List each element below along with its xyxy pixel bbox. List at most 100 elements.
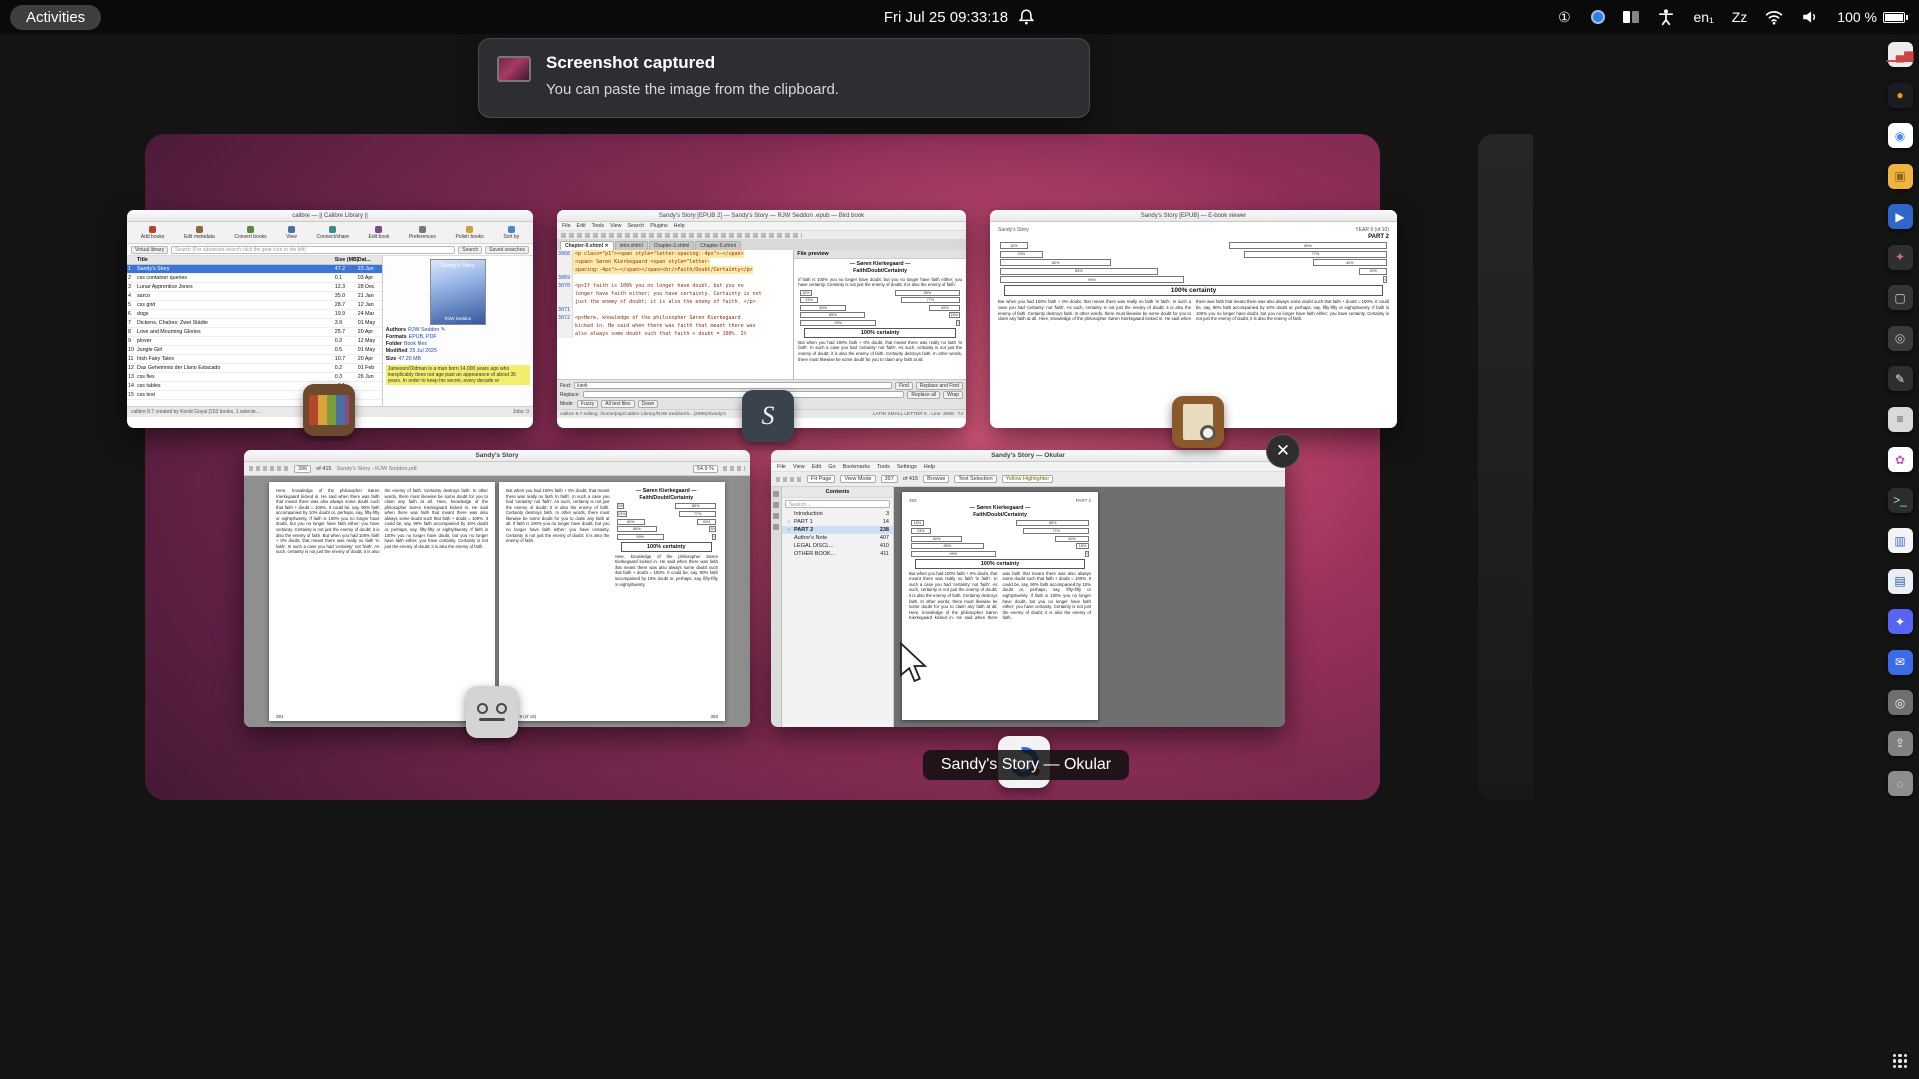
table-row[interactable]: 12 Das Geheimnis der Llano Estacado 0.2 … xyxy=(127,364,382,373)
sigil-toolbar-icons[interactable] xyxy=(557,231,966,240)
toc-item[interactable]: › PART 2 238 xyxy=(782,526,893,534)
clock[interactable]: Fri Jul 25 09:33:18 xyxy=(884,8,1035,26)
zoom-level[interactable]: 54.9 % xyxy=(692,464,718,473)
toc-item[interactable]: LEGAL DISCL... 410 xyxy=(782,542,893,550)
dock-chat[interactable]: ✉ xyxy=(1887,649,1913,675)
dock-text-editor[interactable]: ✎ xyxy=(1887,366,1913,391)
toc-item[interactable]: OTHER BOOK... 411 xyxy=(782,550,893,558)
browse-tool-button[interactable]: Browse xyxy=(923,475,950,483)
toc-item[interactable]: Introduction 3 xyxy=(782,510,893,518)
menu-item[interactable]: Plugins xyxy=(650,223,667,229)
next-workspace-thumbnail[interactable] xyxy=(1478,134,1533,800)
code-editor[interactable]: 3068 <p class="p1"><span style="letter-s… xyxy=(557,250,795,379)
window-okular-main[interactable]: Sandy's Story — Okular File View Edit Go Boo… xyxy=(771,450,1285,727)
editor-tab[interactable]: Chapter-5.xhtml xyxy=(695,241,741,250)
menu-item[interactable]: Bookmarks xyxy=(843,464,871,470)
replace-all-button[interactable]: Replace all xyxy=(907,390,941,399)
saved-searches-button[interactable]: Saved searches xyxy=(485,245,529,254)
table-row[interactable]: 7 Dickens, Chalres: Zwei Städte 3.9 01 M… xyxy=(127,319,382,328)
menu-item[interactable]: View xyxy=(793,464,805,470)
dock-files[interactable]: ▣ xyxy=(1887,163,1913,189)
system-status-area[interactable]: ① en₁ Zz 100 % xyxy=(1555,8,1908,26)
menu-item[interactable]: File xyxy=(777,464,786,470)
dock-usb-creator[interactable]: ⇪ xyxy=(1887,730,1913,756)
detail-value[interactable]: 47.20 MB xyxy=(398,356,421,363)
page-number-input[interactable]: 397 xyxy=(880,475,898,483)
dock-boxes[interactable]: ▢ xyxy=(1887,285,1913,310)
menu-item[interactable]: Tools xyxy=(877,464,890,470)
toolbar-icons[interactable] xyxy=(249,466,289,471)
dock-documents[interactable]: ≡ xyxy=(1887,406,1913,432)
dock-photos[interactable]: ✦ xyxy=(1887,244,1913,270)
calibre-search-button[interactable]: Search xyxy=(458,245,483,254)
calibre-toolbar-button[interactable]: Edit book xyxy=(369,225,389,240)
virtual-library-button[interactable]: Virtual library xyxy=(131,245,169,254)
calibre-search-input[interactable]: Search (For advanced search click the ge… xyxy=(171,245,456,254)
calibre-toolbar-button[interactable]: Convert books xyxy=(234,225,267,240)
find-input[interactable]: kierk xyxy=(574,382,893,389)
menu-item[interactable]: Go xyxy=(828,464,835,470)
editor-tab[interactable]: intro.xhtml xyxy=(614,241,648,250)
menu-item[interactable]: Help xyxy=(924,464,935,470)
editor-tab[interactable]: Chapter-9.xhtml ✕ xyxy=(560,241,614,250)
detail-value[interactable]: RJW Seddon ✎ xyxy=(408,327,445,334)
book-cover[interactable]: Sandy's Story RJW Seddon xyxy=(429,259,486,325)
calibre-toolbar-button[interactable]: Polish books xyxy=(455,225,484,240)
toc-caret[interactable] xyxy=(788,543,793,549)
dock-firefox[interactable]: ● xyxy=(1887,82,1913,108)
table-row[interactable]: 4 sarco 35.0 21 Jan xyxy=(127,292,382,301)
calibre-toolbar-button[interactable]: Preferences xyxy=(409,225,436,240)
calibre-toolbar-button[interactable]: View xyxy=(286,225,297,240)
fit-page-select[interactable]: Fit Page xyxy=(807,475,836,483)
contents-search-input[interactable]: Search... xyxy=(785,500,890,508)
dock-system-monitor[interactable]: ▁▄▆ xyxy=(1887,42,1913,67)
column-header[interactable]: Size (MB) xyxy=(335,257,358,263)
direction-select[interactable]: Down xyxy=(637,399,659,408)
editor-tab[interactable]: Chapter-3.xhtml xyxy=(648,241,695,250)
menu-item[interactable]: File xyxy=(562,223,571,229)
file-preview-pane[interactable]: File preview — Søren Kierkegaard — Faith… xyxy=(794,250,966,379)
dock-terminal[interactable]: >_ xyxy=(1887,487,1913,513)
jobs-indicator[interactable]: Jobs: 0 xyxy=(513,409,529,415)
calibre-toolbar-button[interactable]: Add books xyxy=(141,225,164,240)
calibre-toolbar-button[interactable]: Sort by xyxy=(503,225,519,240)
menu-item[interactable]: Help xyxy=(674,223,685,229)
table-row[interactable]: 1 Sandy's Story 47.2 23 Jun xyxy=(127,265,382,274)
table-row[interactable]: 5 css grid 28.7 12 Jan xyxy=(127,301,382,310)
toc-item[interactable]: Author's Note 407 xyxy=(782,534,893,542)
table-header-row[interactable]: Title Size (MB) Dat... xyxy=(127,256,382,265)
sidebar-tab-strip[interactable] xyxy=(771,487,782,727)
dock-camera[interactable]: ◎ xyxy=(1887,690,1913,715)
page-number-input[interactable]: 396 xyxy=(294,464,312,473)
toolbar-icons[interactable] xyxy=(776,476,802,482)
text-selection-tool-button[interactable]: Text Selection xyxy=(954,475,997,483)
table-row[interactable]: 10 Jungle Girl 0.5 01 May xyxy=(127,346,382,355)
find-button[interactable]: Find xyxy=(895,381,913,390)
replace-and-find-button[interactable]: Replace and Find xyxy=(915,381,963,390)
menu-item[interactable]: View xyxy=(610,223,621,229)
menu-item[interactable]: Settings xyxy=(897,464,917,470)
dock-extensions[interactable]: ✿ xyxy=(1887,447,1913,472)
dock-libreoffice[interactable]: ▤ xyxy=(1887,568,1913,594)
toc-caret[interactable] xyxy=(788,511,793,517)
toc-item[interactable]: › PART 1 14 xyxy=(782,518,893,526)
yellow-highlighter-button[interactable]: Yellow Highlighter xyxy=(1001,475,1054,483)
table-row[interactable]: 3 Lunar Apprentice Jones 12.3 28 Dec xyxy=(127,283,382,292)
dock-discord[interactable]: ✦ xyxy=(1887,609,1913,634)
detail-value[interactable]: 25 Jul 2025 xyxy=(410,348,437,355)
scope-select[interactable]: All text files xyxy=(601,399,635,408)
menu-item[interactable]: Edit xyxy=(577,223,586,229)
view-icons[interactable] xyxy=(723,466,745,471)
calibre-toolbar-button[interactable]: Connect/share xyxy=(316,225,349,240)
dock-chrome[interactable]: ◉ xyxy=(1887,123,1913,148)
column-header[interactable]: Dat... xyxy=(358,257,381,263)
toc-caret[interactable] xyxy=(788,535,793,541)
dock-videos[interactable]: ▶ xyxy=(1887,204,1913,229)
dock-charts[interactable]: ▥ xyxy=(1887,528,1913,553)
screenshot-notification[interactable]: Screenshot captured You can paste the im… xyxy=(478,38,1090,118)
table-row[interactable]: 9 plover 0.3 12 May xyxy=(127,337,382,346)
dock-games[interactable]: ◌ xyxy=(1887,771,1913,796)
menu-item[interactable]: Edit xyxy=(812,464,821,470)
detail-value[interactable]: EPUB, PDF xyxy=(409,334,437,341)
view-mode-select[interactable]: View Mode xyxy=(840,475,876,483)
